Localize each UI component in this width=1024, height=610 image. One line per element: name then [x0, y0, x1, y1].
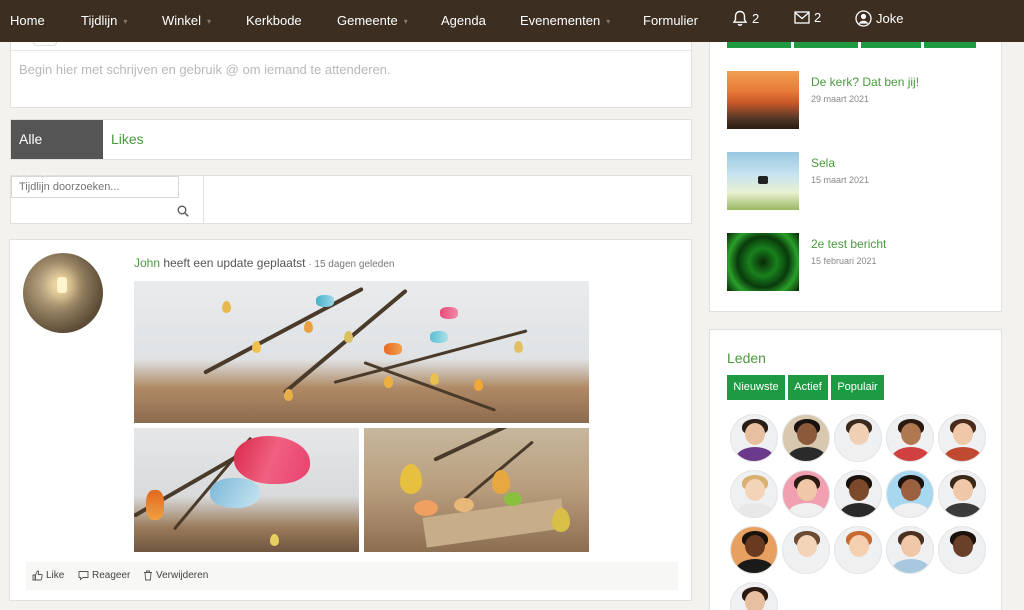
- member-avatar[interactable]: [834, 414, 882, 462]
- article-date: 29 maart 2021: [811, 94, 870, 104]
- thumbs-up-icon: [32, 570, 43, 581]
- nav-home-label: Home: [10, 13, 45, 28]
- timeline-search: [10, 175, 692, 224]
- avatar: [33, 42, 57, 46]
- members-title: Leden: [727, 350, 766, 366]
- post-time: 15 dagen geleden: [314, 259, 395, 270]
- article-item[interactable]: De kerk? Dat ben jij! 29 maart 2021: [727, 71, 997, 131]
- chevron-down-icon: ▾: [123, 17, 128, 26]
- widget-tab-button[interactable]: [727, 42, 791, 48]
- nav-kerkbode-label: Kerkbode: [246, 13, 302, 28]
- nav-evenementen[interactable]: Evenementen ▾: [520, 13, 610, 28]
- member-avatar[interactable]: [782, 470, 830, 518]
- post-photo-3[interactable]: [364, 428, 589, 552]
- filter-newest-button[interactable]: Nieuwste: [727, 375, 785, 400]
- delete-label: Verwijderen: [156, 570, 209, 581]
- member-avatar[interactable]: [938, 526, 986, 574]
- member-avatar[interactable]: [782, 526, 830, 574]
- member-avatar[interactable]: [834, 470, 882, 518]
- trash-icon: [144, 570, 152, 581]
- member-avatar[interactable]: [886, 526, 934, 574]
- post-action-text: heeft een update geplaatst: [163, 256, 306, 270]
- nav-winkel[interactable]: Winkel ▾: [162, 13, 211, 28]
- user-name: Joke: [876, 11, 904, 26]
- filter-active-button[interactable]: Actief: [788, 375, 828, 400]
- reply-button[interactable]: Reageer: [78, 570, 130, 581]
- post-photo-2[interactable]: [134, 428, 359, 552]
- member-avatar[interactable]: [730, 470, 778, 518]
- nav-gemeente[interactable]: Gemeente ▾: [337, 13, 408, 28]
- comment-icon: [78, 571, 89, 581]
- member-avatar[interactable]: [730, 526, 778, 574]
- chevron-down-icon: ▾: [403, 17, 408, 26]
- post-headline: John heeft een update geplaatst · 15 dag…: [134, 256, 394, 270]
- chevron-down-icon: ▾: [207, 17, 212, 26]
- nav-winkel-label: Winkel: [162, 13, 202, 28]
- notifications-button[interactable]: 2: [732, 10, 759, 27]
- article-title[interactable]: De kerk? Dat ben jij!: [811, 75, 919, 89]
- delete-button[interactable]: Verwijderen: [143, 570, 208, 581]
- nav-agenda[interactable]: Agenda: [441, 13, 486, 28]
- search-input[interactable]: [11, 176, 179, 198]
- article-thumbnail[interactable]: [727, 152, 799, 210]
- play-icon: [758, 176, 768, 184]
- like-button[interactable]: Like: [32, 570, 64, 581]
- article-date: 15 maart 2021: [811, 175, 870, 185]
- like-label: Like: [46, 570, 65, 581]
- reply-label: Reageer: [92, 570, 131, 581]
- nav-evenementen-label: Evenementen: [520, 13, 601, 28]
- notifications-count: 2: [752, 11, 760, 26]
- article-date: 15 februari 2021: [811, 256, 877, 266]
- nav-formulier[interactable]: Formulier: [643, 13, 698, 28]
- nav-formulier-label: Formulier: [643, 13, 698, 28]
- nav-kerkbode[interactable]: Kerkbode: [246, 13, 302, 28]
- tab-all-updates[interactable]: Alle Updates: [11, 120, 103, 186]
- recent-articles-widget: De kerk? Dat ben jij! 29 maart 2021 Sela…: [709, 42, 1002, 312]
- article-title[interactable]: Sela: [811, 156, 835, 170]
- post-composer: Begin hier met schrijven en gebruik @ om…: [10, 42, 692, 108]
- top-navigation: Home Tijdlijn ▾ Winkel ▾ Kerkbode Gemeente…: [0, 0, 1024, 42]
- activity-tabs: Alle Updates Likes: [10, 119, 692, 186]
- messages-count: 2: [814, 10, 822, 25]
- member-avatar[interactable]: [886, 470, 934, 518]
- nav-home[interactable]: Home: [10, 13, 45, 28]
- nav-tijdlijn-label: Tijdlijn: [81, 13, 118, 28]
- nav-gemeente-label: Gemeente: [337, 13, 398, 28]
- widget-tab-button[interactable]: [794, 42, 858, 48]
- article-item[interactable]: 2e test bericht 15 februari 2021: [727, 233, 997, 293]
- member-avatar[interactable]: [938, 414, 986, 462]
- tab-likes[interactable]: Likes: [103, 120, 152, 159]
- members-widget: Leden Nieuwste Actief Populair: [709, 329, 1002, 610]
- nav-tijdlijn[interactable]: Tijdlijn ▾: [81, 13, 127, 28]
- member-avatar[interactable]: [938, 470, 986, 518]
- search-icon[interactable]: [177, 205, 189, 217]
- widget-tab-button[interactable]: [861, 42, 921, 48]
- chevron-down-icon: ▾: [606, 17, 611, 26]
- article-thumbnail[interactable]: [727, 233, 799, 291]
- composer-input[interactable]: Begin hier met schrijven en gebruik @ om…: [19, 62, 391, 77]
- bell-icon: [732, 10, 748, 26]
- post-photo-1[interactable]: [134, 281, 589, 423]
- filter-popular-button[interactable]: Populair: [831, 375, 884, 400]
- avatar[interactable]: [23, 253, 103, 333]
- article-item[interactable]: Sela 15 maart 2021: [727, 152, 997, 212]
- messages-button[interactable]: 2: [794, 10, 821, 25]
- envelope-icon: [794, 11, 810, 24]
- member-avatar[interactable]: [886, 414, 934, 462]
- nav-agenda-label: Agenda: [441, 13, 486, 28]
- article-thumbnail[interactable]: [727, 71, 799, 129]
- member-avatar[interactable]: [730, 582, 778, 610]
- activity-post: John heeft een update geplaatst · 15 dag…: [9, 239, 692, 601]
- article-title[interactable]: 2e test bericht: [811, 237, 886, 251]
- member-avatar[interactable]: [730, 414, 778, 462]
- lamp-photo-detail: [57, 277, 67, 293]
- user-icon: [855, 10, 872, 27]
- user-menu[interactable]: Joke: [855, 10, 903, 27]
- member-avatar[interactable]: [834, 526, 882, 574]
- post-author-link[interactable]: John: [134, 256, 160, 270]
- widget-tab-button[interactable]: [924, 42, 976, 48]
- divider: [11, 50, 691, 51]
- post-actions: Like Reageer Verwijderen: [26, 562, 678, 590]
- member-avatar[interactable]: [782, 414, 830, 462]
